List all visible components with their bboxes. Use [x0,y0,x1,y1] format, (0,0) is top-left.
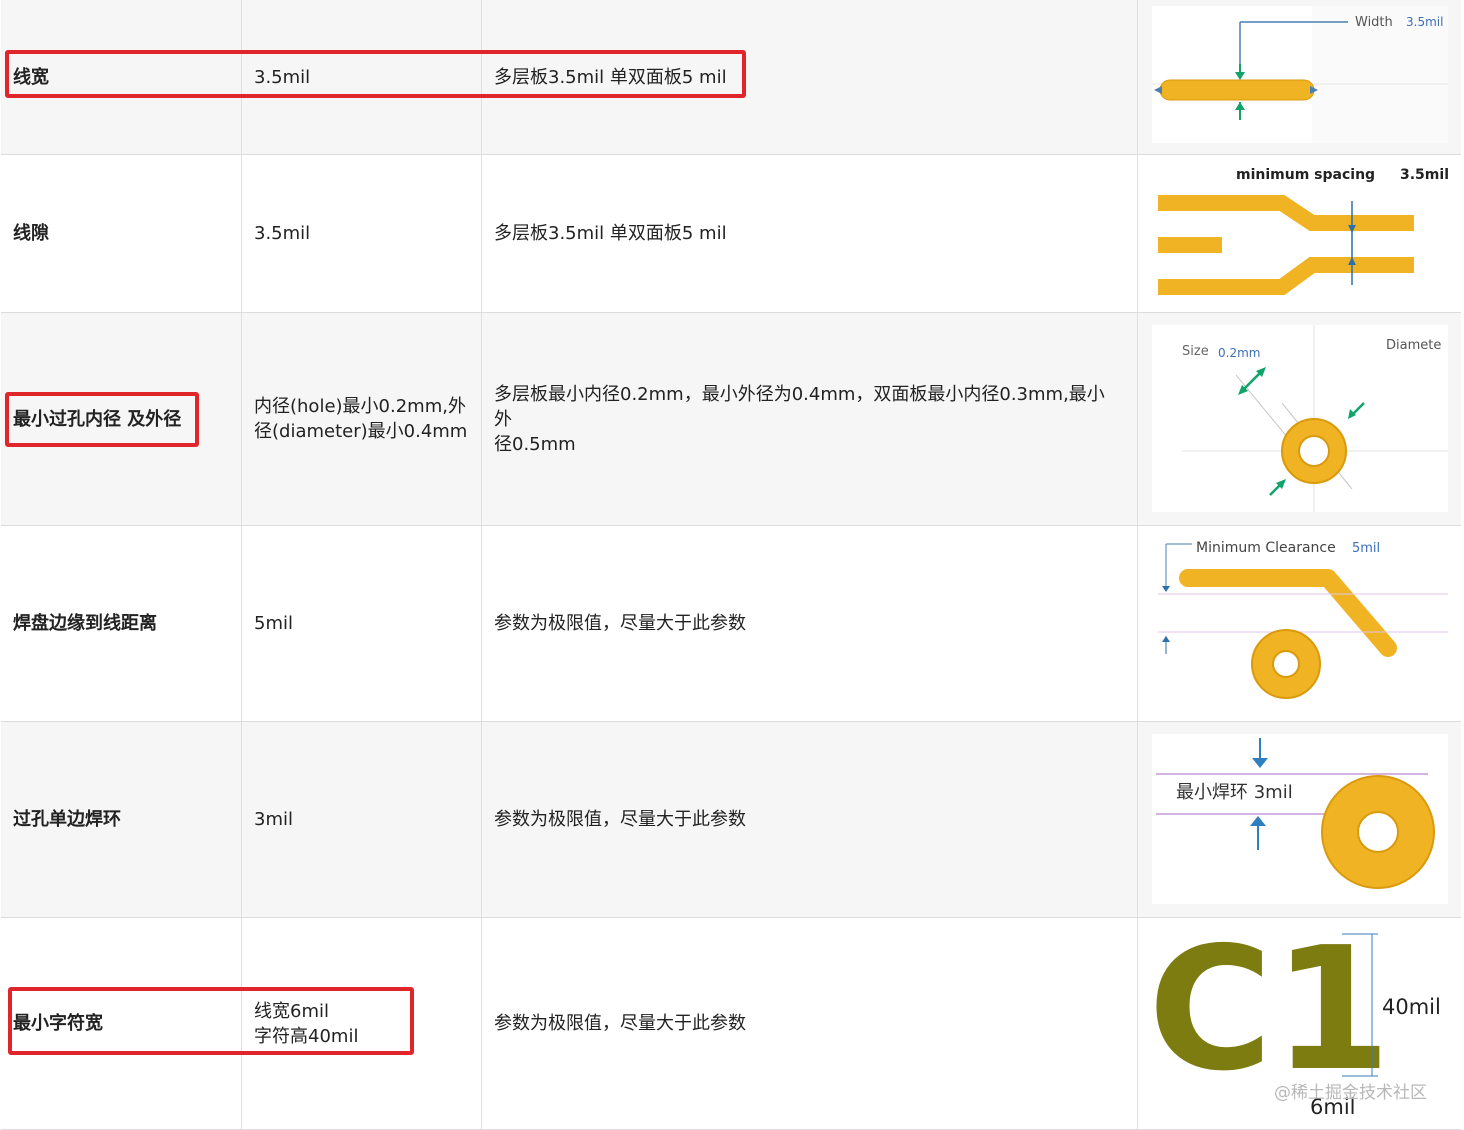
figure-value: 5mil [1352,541,1380,556]
param-note: 多层板3.5mil 单双面板5 mil [481,0,1137,154]
param-name: 焊盘边缘到线距离 [13,613,157,634]
figure-cell: 最小焊环 3mil [1137,722,1461,917]
figure-label: 最小焊环 3mil [1176,782,1293,803]
param-value: 3.5mil [241,0,481,154]
param-value: 5mil [241,526,481,721]
param-note: 多层板最小内径0.2mm，最小外径为0.4mm，双面板最小内径0.3mm,最小外… [481,313,1137,525]
figure-value: 3.5mil [1400,167,1448,183]
table-row: 线宽 3.5mil 多层板3.5mil 单双面板5 mil Width 3.5m… [1,0,1461,155]
value-line: 内径(hole)最小0.2mm,外 [254,396,466,417]
table-row: 过孔单边焊环 3mil 参数为极限值，尽量大于此参数 最小焊环 3mil [1,722,1461,918]
via-diagram: Size 0.2mm Diamete [1182,325,1448,512]
table-row: 焊盘边缘到线距离 5mil 参数为极限值，尽量大于此参数 Minimum Cle… [1,526,1461,722]
figure-cell: minimum spacing 3.5mil [1137,155,1461,312]
line-width-figure: Width 3.5mil [1152,6,1448,143]
height-label: 40mil [1382,995,1441,1019]
param-name: 过孔单边焊环 [13,809,121,830]
figure-value: 3.5mil [1406,15,1443,29]
table-row: 线隙 3.5mil 多层板3.5mil 单双面板5 mil minimum sp… [1,155,1461,313]
param-note: 多层板3.5mil 单双面板5 mil [481,155,1137,312]
note-line: 径0.5mm [494,433,576,455]
param-name: 最小字符宽 [13,1013,103,1034]
param-name: 线宽 [13,66,49,88]
figure-cell: Width 3.5mil [1137,0,1461,154]
figure-cell: Minimum Clearance 5mil [1137,526,1461,721]
watermark: @稀土掘金技术社区 [1274,1083,1427,1103]
via-size-figure: Size 0.2mm Diamete [1152,325,1448,512]
param-value: 3mil [241,722,481,917]
param-note: 参数为极限值，尽量大于此参数 [481,526,1137,721]
figure-label: minimum spacing [1236,167,1375,183]
clearance-figure: Minimum Clearance 5mil [1152,532,1448,710]
param-name: 线隙 [13,223,49,244]
figure-label: Minimum Clearance [1196,540,1336,556]
spacing-diagram: minimum spacing 3.5mil [1158,167,1449,295]
table-row: 最小字符宽 线宽6mil 字符高40mil 参数为极限值，尽量大于此参数 C1 … [1,911,1461,1130]
figure-value: 0.2mm [1218,346,1260,360]
param-value: 线宽6mil 字符高40mil [241,918,481,1129]
figure-label: Width [1355,15,1393,30]
table-row: 最小过孔内径 及外径 内径(hole)最小0.2mm,外 径(diameter)… [1,313,1461,526]
param-name: 最小过孔内径 及外径 [13,408,182,430]
param-value: 3.5mil [241,155,481,312]
clearance-diagram: Minimum Clearance 5mil [1158,540,1448,699]
line-width-diagram: Width 3.5mil [1152,6,1448,143]
figure-label-diameter: Diamete [1386,338,1441,353]
param-note: 参数为极限值，尽量大于此参数 [481,918,1137,1129]
param-note: 参数为极限值，尽量大于此参数 [481,722,1137,917]
spacing-figure: minimum spacing 3.5mil [1152,161,1449,303]
value-line: 线宽6mil [254,1000,329,1022]
note-line: 多层板最小内径0.2mm，最小外径为0.4mm，双面板最小内径0.3mm,最小外 [494,383,1105,430]
annular-ring-diagram: 最小焊环 3mil [1156,738,1435,889]
param-value: 内径(hole)最小0.2mm,外 径(diameter)最小0.4mm [241,313,481,525]
value-line: 字符高40mil [254,1025,359,1047]
value-line: 径(diameter)最小0.4mm [254,421,468,442]
figure-cell: Size 0.2mm Diamete [1137,313,1461,525]
annular-ring-figure: 最小焊环 3mil [1152,734,1448,904]
figure-label: Size [1182,344,1209,359]
